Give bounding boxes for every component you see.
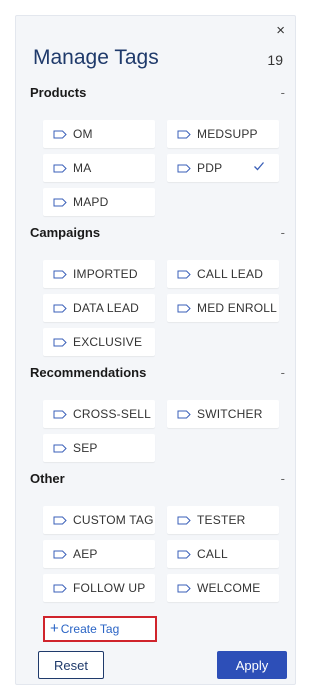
tag-label: WELCOME	[197, 581, 261, 595]
tag-chip-selected[interactable]: PDP	[167, 154, 279, 182]
tag-chip[interactable]: AEP	[43, 540, 155, 568]
tag-chip[interactable]: CALL LEAD	[167, 260, 279, 288]
tag-label: MAPD	[73, 195, 109, 209]
tag-icon	[177, 584, 191, 592]
tag-chip[interactable]: SEP	[43, 434, 155, 462]
tag-label: FOLLOW UP	[73, 581, 146, 595]
panel-title: Manage Tags	[33, 46, 159, 69]
manage-tags-panel: × Manage Tags 19 Products - OM MEDSUPP M…	[15, 15, 296, 685]
tag-icon	[53, 198, 67, 206]
tag-icon	[53, 444, 67, 452]
create-tag-label: Create Tag	[60, 622, 120, 636]
create-tag-link[interactable]: + Create Tag	[43, 616, 157, 642]
tag-label: CUSTOM TAG	[73, 513, 154, 527]
collapse-toggle[interactable]: -	[281, 365, 285, 380]
tag-label: OM	[73, 127, 93, 141]
tag-label: MA	[73, 161, 92, 175]
tag-label: MED ENROLL	[197, 301, 278, 315]
section-header-other: Other -	[30, 471, 285, 491]
tag-label: SEP	[73, 441, 98, 455]
section-title: Other	[30, 471, 65, 486]
tag-label: CALL LEAD	[197, 267, 264, 281]
tag-icon	[177, 516, 191, 524]
tag-icon	[53, 550, 67, 558]
tag-chip[interactable]: EXCLUSIVE	[43, 328, 155, 356]
tag-count: 19	[267, 52, 283, 68]
tag-chip[interactable]: IMPORTED	[43, 260, 155, 288]
tag-icon	[53, 410, 67, 418]
tag-icon	[53, 270, 67, 278]
section-header-campaigns: Campaigns -	[30, 225, 285, 245]
tag-icon	[177, 410, 191, 418]
tag-chip[interactable]: CUSTOM TAG	[43, 506, 155, 534]
tag-icon	[177, 270, 191, 278]
section-title: Products	[30, 85, 87, 100]
tag-chip[interactable]: FOLLOW UP	[43, 574, 155, 602]
tag-icon	[53, 584, 67, 592]
section-header-recommendations: Recommendations -	[30, 365, 285, 385]
tag-chip[interactable]: MAPD	[43, 188, 155, 216]
collapse-toggle[interactable]: -	[281, 85, 285, 100]
tag-icon	[177, 550, 191, 558]
apply-button[interactable]: Apply	[217, 651, 287, 679]
tag-label: PDP	[197, 161, 223, 175]
tag-chip[interactable]: MA	[43, 154, 155, 182]
close-icon[interactable]: ×	[276, 23, 285, 39]
tag-chip[interactable]: CROSS-SELL	[43, 400, 155, 428]
tag-label: SWITCHER	[197, 407, 263, 421]
tag-icon	[53, 164, 67, 172]
tag-label: CALL	[197, 547, 228, 561]
tag-icon	[53, 130, 67, 138]
section-title: Recommendations	[30, 365, 147, 380]
tag-chip[interactable]: SWITCHER	[167, 400, 279, 428]
tag-label: TESTER	[197, 513, 246, 527]
tag-chip[interactable]: DATA LEAD	[43, 294, 155, 322]
tag-icon	[177, 164, 191, 172]
tag-chip[interactable]: MED ENROLL	[167, 294, 279, 322]
plus-icon: +	[50, 620, 59, 637]
tag-label: DATA LEAD	[73, 301, 140, 315]
tag-label: EXCLUSIVE	[73, 335, 143, 349]
collapse-toggle[interactable]: -	[281, 471, 285, 486]
tag-icon	[53, 338, 67, 346]
tag-label: MEDSUPP	[197, 127, 258, 141]
collapse-toggle[interactable]: -	[281, 225, 285, 240]
tag-label: AEP	[73, 547, 98, 561]
tag-label: CROSS-SELL	[73, 407, 152, 421]
section-title: Campaigns	[30, 225, 101, 240]
tag-chip[interactable]: TESTER	[167, 506, 279, 534]
tag-chip[interactable]: CALL	[167, 540, 279, 568]
section-header-products: Products -	[30, 85, 285, 105]
tag-chip[interactable]: WELCOME	[167, 574, 279, 602]
reset-button[interactable]: Reset	[38, 651, 104, 679]
tag-icon	[177, 130, 191, 138]
tag-icon	[53, 304, 67, 312]
tag-chip[interactable]: OM	[43, 120, 155, 148]
tag-icon	[53, 516, 67, 524]
tag-icon	[177, 304, 191, 312]
tag-label: IMPORTED	[73, 267, 138, 281]
check-icon	[254, 162, 264, 171]
tag-chip[interactable]: MEDSUPP	[167, 120, 279, 148]
